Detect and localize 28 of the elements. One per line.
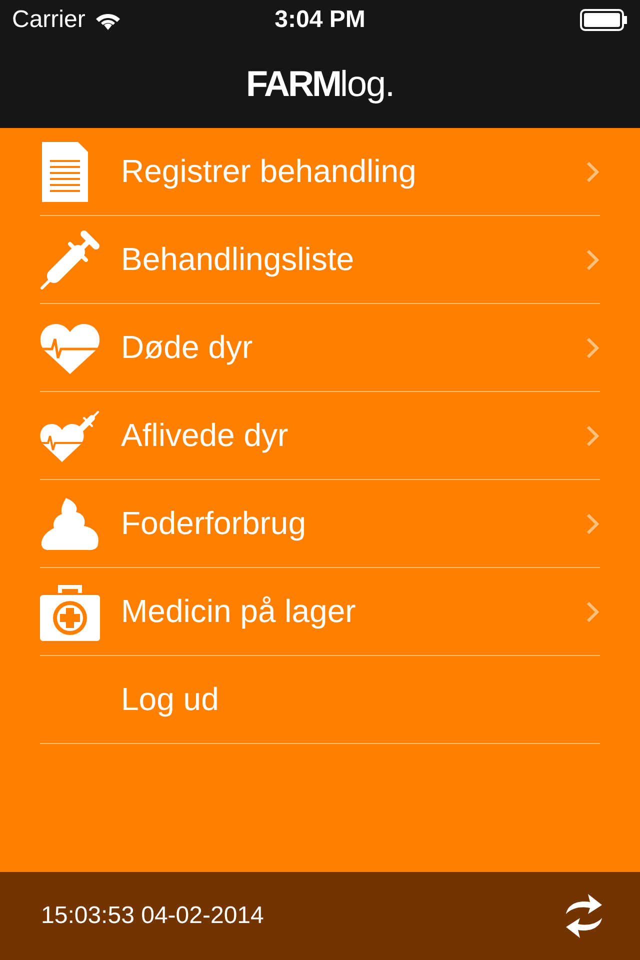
carrier-name: Carrier — [12, 6, 86, 34]
syringe-icon — [40, 230, 100, 290]
menu-label: Behandlingsliste — [121, 241, 356, 278]
refresh-button[interactable] — [564, 892, 604, 940]
menu-label: Log ud — [121, 681, 220, 718]
menu-item[interactable]: Døde dyr — [40, 304, 600, 392]
menu-label: Aflivede dyr — [121, 417, 290, 454]
menu-item[interactable]: Behandlingsliste — [40, 216, 600, 304]
app-logo-text: FARM — [246, 63, 340, 105]
menu-item[interactable]: Medicin på lager — [40, 568, 600, 656]
pile-icon — [40, 498, 100, 550]
battery-icon — [580, 9, 628, 31]
refresh-icon — [564, 892, 604, 940]
menu-item[interactable]: Foderforbrug — [40, 480, 600, 568]
menu-item[interactable]: Log ud — [40, 656, 600, 744]
document-icon — [40, 142, 90, 202]
heart-pulse-icon — [40, 322, 100, 374]
menu-label: Registrer behandling — [121, 153, 418, 190]
status-time: 3:04 PM — [274, 6, 366, 34]
app-logo-suffix: log. — [340, 63, 394, 105]
menu-item[interactable]: Registrer behandling — [40, 128, 600, 216]
menu-label: Foderforbrug — [121, 505, 307, 542]
medical-kit-icon — [40, 582, 100, 640]
menu-item[interactable]: Aflivede dyr — [40, 392, 600, 480]
menu-label: Medicin på lager — [121, 593, 357, 630]
heart-syringe-icon — [40, 410, 102, 462]
menu-label: Døde dyr — [121, 329, 254, 366]
sync-timestamp: 15:03:53 04-02-2014 — [41, 902, 264, 930]
